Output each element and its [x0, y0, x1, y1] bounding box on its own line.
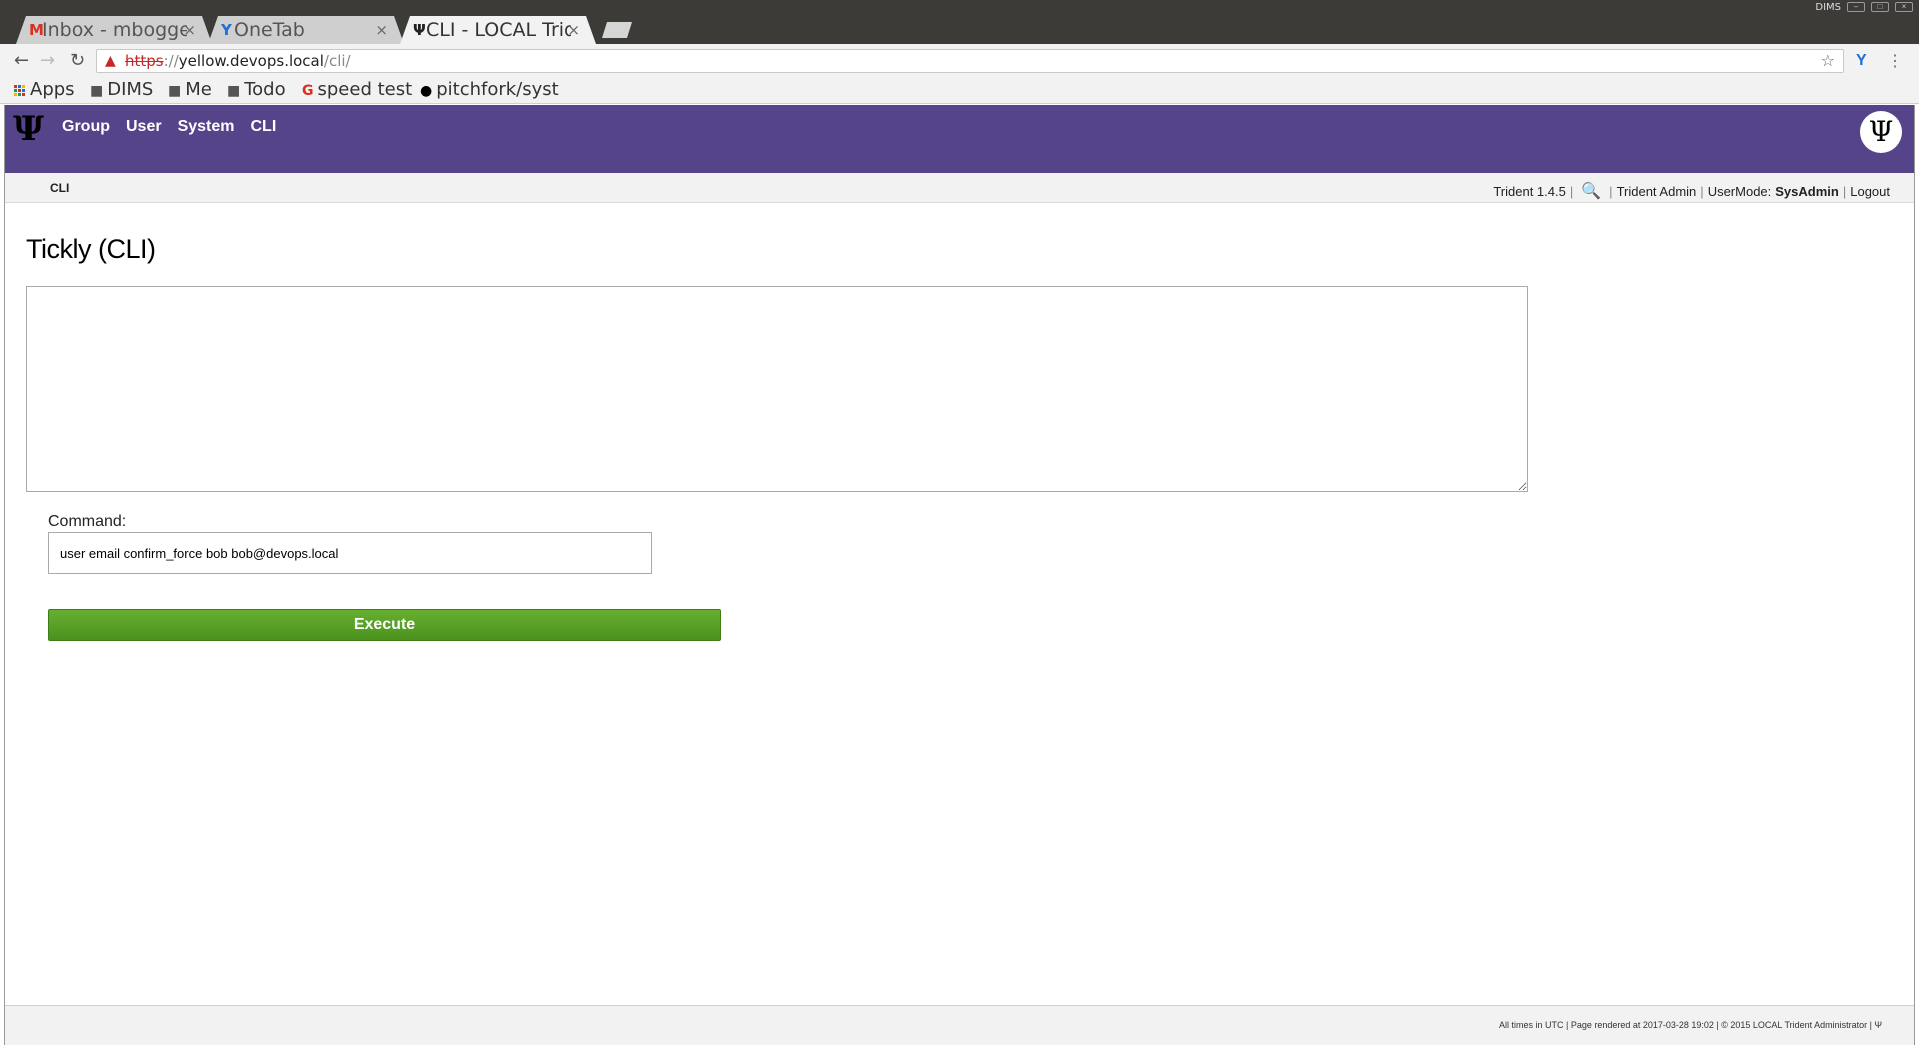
close-icon[interactable]: ×	[567, 16, 580, 44]
menu-icon[interactable]: ⋮	[1887, 51, 1903, 71]
bookmark-star-icon[interactable]: ☆	[1821, 50, 1835, 72]
tray-dims-label[interactable]: DIMS	[1815, 2, 1841, 13]
close-window-icon[interactable]: ×	[1895, 2, 1913, 12]
reload-icon[interactable]: ↻	[70, 50, 85, 71]
folder-icon: ■	[168, 83, 182, 99]
close-icon[interactable]: ×	[375, 16, 388, 44]
search-icon[interactable]: 🔍	[1581, 181, 1601, 201]
cli-output-area[interactable]	[26, 286, 1528, 492]
bookmarks-bar: Apps ■ DIMS ■ Me ■ Todo Gspeed test ● pitchf…	[0, 78, 1919, 104]
onetab-icon: Y	[221, 21, 232, 39]
trident-icon: Ψ	[413, 21, 426, 39]
footer-text: All times in UTC | Page rendered at 2017…	[1498, 1020, 1882, 1030]
tab-strip: M Inbox - mbogge × Y OneTab × Ψ CLI - LO…	[0, 14, 1919, 44]
close-icon[interactable]: ×	[183, 16, 196, 44]
bookmark-label: Todo	[244, 79, 286, 100]
insecure-warning-icon[interactable]: ▲	[105, 50, 116, 72]
command-input[interactable]	[48, 532, 652, 574]
main-nav: Group User System CLI	[62, 118, 276, 136]
bookmark-me[interactable]: ■ Me	[168, 78, 212, 103]
nav-cli[interactable]: CLI	[251, 118, 277, 136]
tab-title: CLI - LOCAL Trid	[426, 19, 571, 41]
bookmark-speed-test[interactable]: Gspeed test	[302, 78, 412, 103]
tab-cli[interactable]: Ψ CLI - LOCAL Trid ×	[400, 16, 596, 44]
extension-icon[interactable]: Y	[1856, 52, 1867, 70]
back-icon[interactable]: ←	[14, 50, 29, 71]
google-icon: G	[302, 83, 314, 99]
gmail-icon: M	[29, 21, 44, 39]
bookmark-label: DIMS	[107, 79, 154, 100]
bookmark-label: speed test	[317, 79, 413, 100]
user-link[interactable]: Trident Admin	[1617, 184, 1697, 199]
address-bar[interactable]: ▲ https://yellow.devops.local/cli/ ☆	[96, 49, 1844, 73]
bookmark-label: Apps	[30, 79, 75, 100]
bookmark-label: Me	[185, 79, 212, 100]
bookmark-dims[interactable]: ■ DIMS	[90, 78, 153, 103]
system-tray: DIMS – □ ×	[1815, 0, 1913, 14]
page-viewport: Ψ Group User System CLI Ψ CLI Trident 1.…	[4, 105, 1915, 1045]
logout-link[interactable]: Logout	[1850, 184, 1890, 199]
tab-inbox[interactable]: M Inbox - mbogge ×	[16, 16, 212, 44]
tab-onetab[interactable]: Y OneTab ×	[208, 16, 404, 44]
page-footer: All times in UTC | Page rendered at 2017…	[5, 1005, 1914, 1045]
folder-icon: ■	[227, 83, 241, 99]
forward-icon[interactable]: →	[40, 50, 55, 71]
version-label: Trident 1.4.5	[1493, 183, 1566, 199]
usermode-value[interactable]: SysAdmin	[1775, 184, 1839, 199]
github-icon: ●	[420, 83, 433, 99]
os-top-bar: DIMS – □ ×	[0, 0, 1919, 14]
breadcrumb[interactable]: CLI	[50, 181, 69, 195]
apps-grid-icon	[14, 84, 25, 96]
maximize-icon[interactable]: □	[1871, 2, 1889, 12]
minimize-icon[interactable]: –	[1847, 2, 1865, 12]
bookmark-pitchfork[interactable]: ● pitchfork/syst	[420, 78, 559, 103]
nav-user[interactable]: User	[126, 118, 162, 136]
tab-title: Inbox - mbogge	[42, 19, 187, 41]
nav-system[interactable]: System	[178, 118, 235, 136]
trident-logo-icon[interactable]: Ψ	[13, 109, 44, 149]
url-text: https://yellow.devops.local/cli/	[125, 52, 351, 70]
site-header: Ψ Group User System CLI Ψ	[5, 105, 1914, 173]
page-title: Tickly (CLI)	[26, 234, 156, 264]
new-tab-button[interactable]	[602, 22, 632, 38]
bookmark-label: pitchfork/syst	[436, 79, 559, 100]
usermode-label: UserMode:	[1707, 183, 1772, 199]
browser-toolbar: ← → ↻ ▲ https://yellow.devops.local/cli/…	[0, 44, 1919, 78]
bookmark-todo[interactable]: ■ Todo	[227, 78, 286, 103]
trident-emblem-icon: Ψ	[1860, 111, 1902, 153]
user-bar: Trident 1.4.5 | 🔍 | Trident Admin | User…	[1493, 181, 1890, 201]
sub-bar: CLI Trident 1.4.5 | 🔍 | Trident Admin | …	[5, 173, 1914, 203]
tab-title: OneTab	[234, 19, 305, 41]
nav-group[interactable]: Group	[62, 118, 110, 136]
command-label: Command:	[48, 513, 127, 530]
folder-icon: ■	[90, 83, 104, 99]
execute-button[interactable]: Execute	[48, 609, 721, 641]
bookmark-apps[interactable]: Apps	[14, 78, 75, 102]
